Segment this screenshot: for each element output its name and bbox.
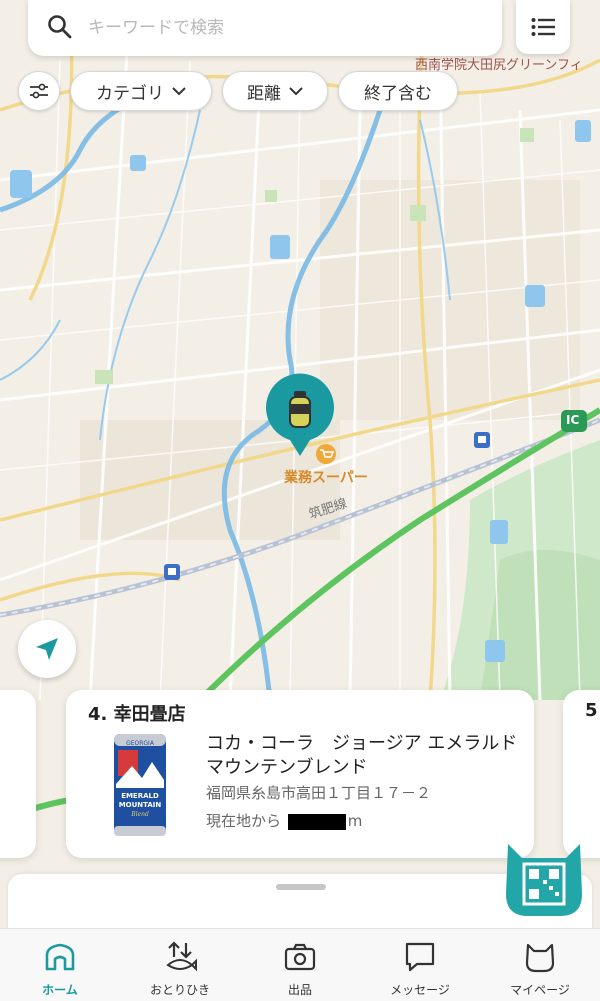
distance-prefix: 現在地から — [206, 812, 282, 830]
nav-home[interactable]: ホーム — [0, 929, 120, 1001]
filter-bar: カテゴリ 距離 終了含む — [18, 70, 458, 112]
station-icon — [474, 432, 490, 448]
map-label-ic: IC — [566, 413, 580, 427]
bottom-navigation: ホーム おとりひき 出品 メッセージ マイページ — [0, 928, 600, 1001]
include-ended-button[interactable]: 終了含む — [338, 71, 458, 111]
chevron-down-icon — [172, 87, 186, 96]
nav-trade[interactable]: おとりひき — [120, 929, 240, 1001]
sheet-drag-handle[interactable] — [276, 884, 326, 890]
shopping-cart-icon — [316, 444, 336, 464]
station-icon — [164, 564, 180, 580]
nav-label: ホーム — [42, 983, 78, 997]
search-input[interactable] — [86, 12, 490, 44]
nav-label: メッセージ — [390, 983, 450, 997]
nav-messages[interactable]: メッセージ — [360, 929, 480, 1001]
card-title: 4. 幸田畳店 — [88, 704, 186, 725]
nav-label: おとりひき — [149, 983, 210, 997]
chevron-down-icon — [289, 87, 303, 96]
category-filter-label: カテゴリ — [96, 83, 164, 104]
message-icon — [405, 942, 435, 972]
nav-label: 出品 — [287, 983, 312, 997]
nav-label: マイページ — [510, 983, 570, 997]
distance-filter-button[interactable]: 距離 — [222, 71, 328, 111]
qr-code-button[interactable] — [502, 834, 586, 918]
can-brand-text: GEORGIA — [126, 740, 155, 747]
distance-text: 現在地から m — [206, 810, 362, 831]
cat-icon — [525, 943, 555, 973]
trade-icon — [166, 941, 197, 972]
list-icon — [531, 18, 555, 36]
listing-card-previous[interactable] — [0, 690, 36, 858]
filter-settings-button[interactable] — [18, 71, 60, 111]
can-text-2: MOUNTAIN — [119, 801, 162, 809]
nav-mypage[interactable]: マイページ — [480, 929, 600, 1001]
home-icon — [45, 943, 75, 971]
can-text-3: Blend — [130, 811, 149, 818]
store-address: 福岡県糸島市高田１丁目１７－２ — [206, 784, 432, 802]
product-name: コカ・コーラ ジョージア エメラルドマウンテンブレンド — [206, 733, 518, 778]
include-ended-label: 終了含む — [364, 83, 432, 104]
sliders-icon — [30, 83, 48, 99]
camera-icon — [284, 943, 316, 971]
list-view-button[interactable] — [516, 0, 570, 54]
search-bar[interactable] — [28, 0, 502, 56]
next-card-index: 5 — [585, 700, 598, 721]
search-icon — [48, 15, 72, 39]
distance-unit: m — [347, 812, 363, 830]
product-image: GEORGIA EMERALD MOUNTAIN Blend — [114, 734, 166, 836]
distance-filter-label: 距離 — [247, 83, 281, 104]
category-filter-button[interactable]: カテゴリ — [70, 71, 212, 111]
current-location-button[interactable] — [18, 620, 76, 678]
listing-card-next[interactable]: 5 — [563, 690, 600, 858]
nav-listing[interactable]: 出品 — [240, 929, 360, 1001]
navigation-arrow-icon — [36, 638, 58, 660]
redacted-value — [287, 813, 346, 830]
can-text-1: EMERALD — [121, 792, 159, 800]
map-label-supermarket: 業務スーパー — [284, 470, 368, 486]
listing-card[interactable]: 4. 幸田畳店 GEORGIA EMERALD MOUNTAIN Blend コ… — [66, 690, 534, 858]
